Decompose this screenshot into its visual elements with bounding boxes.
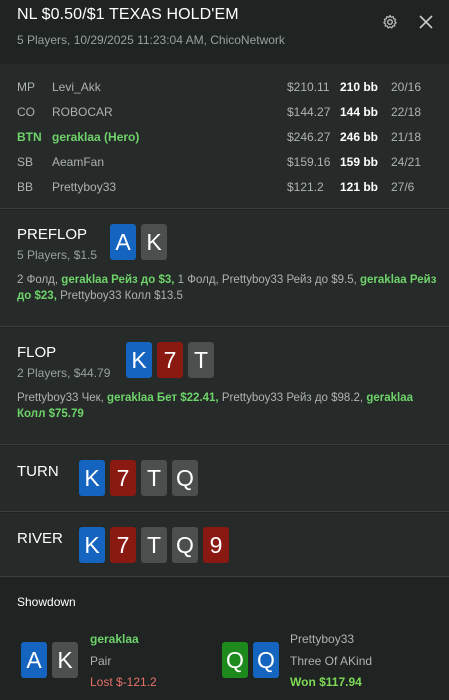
close-icon[interactable]: [416, 12, 436, 32]
player-name[interactable]: geraklaa (Hero): [52, 130, 139, 144]
board-card: 9: [203, 527, 229, 563]
player-stats: 27/6: [391, 180, 415, 194]
action-text: Prettyboy33 Чек,: [17, 392, 108, 404]
street-pot: 2 Players, $44.79: [17, 366, 111, 380]
street-title: PREFLOP: [17, 226, 88, 243]
player-name[interactable]: Levi_Akk: [52, 80, 101, 94]
action-text-hero: geraklaa Бет $22.41,: [107, 392, 219, 404]
showdown-card: K: [52, 642, 78, 678]
player-stack-bb: 246 bb: [340, 130, 379, 144]
player-stack: $246.27: [287, 130, 331, 144]
player-stats: 24/21: [391, 155, 422, 169]
preflop-section: PREFLOP 5 Players, $1.5 A K 2 Фолд, gera…: [0, 210, 449, 327]
player-stack: $159.16: [287, 155, 331, 169]
board-card: T: [141, 527, 167, 563]
action-text: 2 Фолд,: [17, 274, 62, 286]
player-row: BB Prettyboy33 $121.2 121 bb 27/6: [0, 178, 449, 198]
action-text: Prettyboy33 Рейз до $98.2,: [218, 392, 367, 404]
street-pot: 5 Players, $1.5: [17, 248, 98, 262]
river-section: RIVER K 7 T Q 9: [0, 513, 449, 577]
street-title: RIVER: [17, 530, 63, 547]
player-position: BTN: [17, 130, 42, 144]
gear-icon[interactable]: [380, 12, 400, 32]
player-stack-bb: 121 bb: [340, 180, 379, 194]
player-stack-bb: 144 bb: [340, 105, 379, 119]
action-text: 1 Фолд, Prettyboy33 Рейз до $9.5,: [174, 274, 361, 286]
board-card: T: [141, 460, 167, 496]
board-card: K: [126, 342, 152, 378]
showdown-villain-hand: Three Of AKind: [290, 654, 373, 668]
player-stack-bb: 210 bb: [340, 80, 379, 94]
game-title: NL $0.50/$1 TEXAS HOLD'EM: [17, 6, 239, 23]
preflop-actions: 2 Фолд, geraklaa Рейз до $3, 1 Фолд, Pre…: [17, 272, 437, 304]
player-stack: $210.11: [287, 80, 330, 94]
board-card: 7: [110, 460, 136, 496]
player-name[interactable]: AeamFan: [52, 155, 104, 169]
showdown-hero-name[interactable]: geraklaa: [90, 632, 139, 646]
turn-section: TURN K 7 T Q: [0, 446, 449, 512]
flop-actions: Prettyboy33 Чек, geraklaa Бет $22.41, Pr…: [17, 390, 437, 422]
player-stats: 21/18: [391, 130, 422, 144]
board-card: 7: [110, 527, 136, 563]
player-position: BB: [17, 180, 34, 194]
showdown-hero-hand: Pair: [90, 654, 112, 668]
board-card: Q: [172, 527, 198, 563]
street-title: FLOP: [17, 344, 57, 361]
showdown-card: A: [21, 642, 47, 678]
player-stack-bb: 159 bb: [340, 155, 379, 169]
street-title: TURN: [17, 463, 59, 480]
player-row-hero: BTN geraklaa (Hero) $246.27 246 bb 21/18: [0, 128, 449, 148]
player-row: SB AeamFan $159.16 159 bb 24/21: [0, 153, 449, 173]
board-card: Q: [172, 460, 198, 496]
showdown-villain-result: Won $117.94: [290, 675, 362, 689]
player-position: MP: [17, 80, 35, 94]
showdown-card: Q: [253, 642, 279, 678]
player-row: MP Levi_Akk $210.11 210 bb 20/16: [0, 78, 449, 98]
player-position: SB: [17, 155, 34, 169]
board-card: K: [79, 527, 105, 563]
player-name[interactable]: ROBOCAR: [52, 105, 113, 119]
hole-card: A: [110, 224, 136, 260]
showdown-hero-result: Lost $-121.2: [90, 675, 157, 689]
player-position: CO: [17, 105, 35, 119]
player-row: CO ROBOCAR $144.27 144 bb 22/18: [0, 103, 449, 123]
player-name[interactable]: Prettyboy33: [52, 180, 116, 194]
hole-card: K: [141, 224, 167, 260]
board-card: T: [188, 342, 214, 378]
showdown-villain-name[interactable]: Prettyboy33: [290, 632, 354, 646]
board-card: 7: [157, 342, 183, 378]
showdown-card: Q: [222, 642, 248, 678]
players-list: MP Levi_Akk $210.11 210 bb 20/16 CO ROBO…: [0, 64, 449, 209]
showdown-title: Showdown: [17, 595, 76, 609]
player-stats: 22/18: [391, 105, 422, 119]
hand-info: 5 Players, 10/29/2025 11:23:04 AM, Chico…: [17, 33, 285, 47]
board-card: K: [79, 460, 105, 496]
action-text-hero: geraklaa Рейз до $3,: [61, 274, 175, 286]
player-stack: $121.2: [287, 180, 324, 194]
flop-section: FLOP 2 Players, $44.79 K 7 T Prettyboy33…: [0, 328, 449, 445]
player-stats: 20/16: [391, 80, 422, 94]
action-text: Prettyboy33 Колл $13.5: [56, 290, 183, 302]
hand-header: NL $0.50/$1 TEXAS HOLD'EM 5 Players, 10/…: [0, 0, 449, 56]
player-stack: $144.27: [287, 105, 331, 119]
